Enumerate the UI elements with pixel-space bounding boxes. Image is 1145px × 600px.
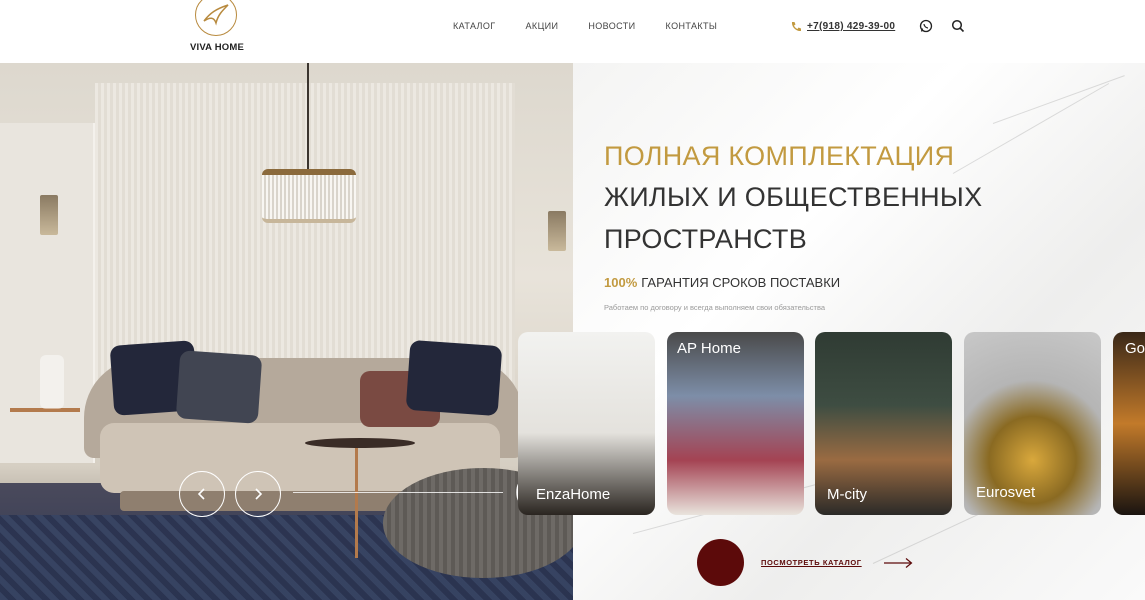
headline-line-3: ПРОСТРАНСТВ	[604, 224, 808, 254]
slider-prev-button[interactable]	[179, 471, 225, 517]
nav-item-news[interactable]: НОВОСТИ	[588, 21, 635, 31]
phone-icon	[790, 20, 802, 32]
view-catalog-link[interactable]: ПОСМОТРЕТЬ КАТАЛОГ	[761, 558, 862, 567]
site-header: VIVA HOME КАТАЛОГ АКЦИИ НОВОСТИ КОНТАКТЫ…	[0, 0, 1145, 63]
logo-text: VIVA HOME	[189, 42, 245, 53]
nav-item-catalog[interactable]: КАТАЛОГ	[453, 21, 496, 31]
wall-sconce-right	[548, 211, 566, 251]
brand-card-enzahome[interactable]: EnzaHome	[518, 332, 655, 515]
brand-card-m-city[interactable]: M-city	[815, 332, 952, 515]
chevron-left-icon	[197, 488, 205, 500]
brand-name: EnzaHome	[536, 486, 611, 503]
brand-card-eurosvet[interactable]: Eurosvet	[964, 332, 1101, 515]
logo[interactable]: VIVA HOME	[184, 0, 248, 56]
brand-name: Go	[1125, 340, 1145, 357]
brand-card-ap-home[interactable]: AP Home	[667, 332, 804, 515]
pillow	[405, 339, 503, 417]
arrow-right-icon[interactable]	[883, 556, 913, 568]
headline-line-2: ЖИЛЫХ И ОБЩЕСТВЕННЫХ	[604, 182, 983, 212]
slider-progress-line	[293, 492, 503, 493]
logo-bird-icon	[195, 0, 237, 36]
headline-line-1: ПОЛНАЯ КОМПЛЕКТАЦИЯ	[604, 141, 955, 171]
vase	[40, 355, 64, 409]
guarantee-text: 100% ГАРАНТИЯ СРОКОВ ПОСТАВКИ	[604, 275, 840, 290]
coffee-table	[305, 438, 415, 448]
hero-subtext: Работаем по договору и всегда выполняем …	[604, 303, 826, 312]
chevron-right-icon	[255, 488, 263, 500]
slider-next-button[interactable]	[235, 471, 281, 517]
main-nav: КАТАЛОГ АКЦИИ НОВОСТИ КОНТАКТЫ	[453, 21, 747, 31]
brand-carousel: EnzaHome AP Home M-city Eurosvet Go	[518, 332, 1145, 515]
marble-vein	[992, 75, 1125, 124]
brand-name: AP Home	[677, 340, 741, 357]
brand-card-go[interactable]: Go	[1113, 332, 1145, 515]
pillow	[175, 350, 263, 424]
whatsapp-icon[interactable]	[919, 19, 933, 33]
wall-molding	[0, 123, 95, 463]
coffee-table-leg	[355, 448, 358, 558]
guarantee-percent: 100%	[604, 275, 638, 290]
pendant-chandelier	[262, 169, 356, 223]
marble-vein	[952, 83, 1110, 174]
brand-name: M-city	[827, 486, 867, 503]
search-icon[interactable]	[951, 19, 965, 33]
guarantee-label: ГАРАНТИЯ СРОКОВ ПОСТАВКИ	[641, 275, 841, 290]
brand-name: Eurosvet	[976, 484, 1036, 501]
catalog-circle-button[interactable]	[697, 539, 744, 586]
nav-item-contacts[interactable]: КОНТАКТЫ	[666, 21, 718, 31]
wall-sconce-left	[40, 195, 58, 235]
phone-number-link[interactable]: +7(918) 429-39-00	[807, 21, 895, 32]
pendant-rod	[307, 63, 309, 173]
hero-image	[0, 63, 573, 600]
nav-item-promotions[interactable]: АКЦИИ	[526, 21, 559, 31]
